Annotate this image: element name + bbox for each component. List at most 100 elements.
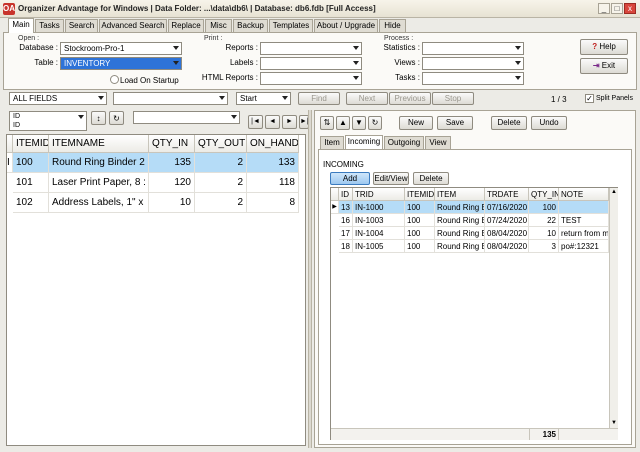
maximize-button[interactable]: □ xyxy=(611,3,623,14)
match-mode-select[interactable]: Start xyxy=(236,92,291,105)
next-record-button[interactable]: ► xyxy=(282,115,297,129)
close-button[interactable]: x xyxy=(624,3,636,14)
table-row[interactable]: 17 xyxy=(339,227,353,240)
search-field-select[interactable]: ALL FIELDS xyxy=(9,92,107,105)
table-row[interactable]: 10 xyxy=(149,193,195,213)
table-row[interactable]: IN-1005 xyxy=(353,240,405,253)
column-header[interactable]: ITEMID xyxy=(13,135,49,153)
column-header[interactable]: ITEMNAME xyxy=(49,135,149,153)
table-row[interactable]: 100 xyxy=(405,227,435,240)
sort-field-select[interactable]: ID ID xyxy=(9,111,87,131)
tab-replace[interactable]: Replace xyxy=(168,19,204,33)
table-row[interactable]: 18 xyxy=(339,240,353,253)
first-record-button[interactable]: |◄ xyxy=(248,115,263,129)
split-panels-checkbox[interactable]: ✓ xyxy=(585,94,594,103)
table-row[interactable]: Laser Print Paper, 8 : xyxy=(49,173,149,193)
load-on-startup-checkbox[interactable] xyxy=(110,75,119,84)
table-row[interactable]: return from m xyxy=(559,227,609,240)
column-header[interactable]: QTY_OUT xyxy=(195,135,247,153)
tab-tasks[interactable]: Tasks xyxy=(35,19,64,33)
exit-button[interactable]: ⇥ Exit xyxy=(580,58,628,74)
table-row[interactable]: IN-1004 xyxy=(353,227,405,240)
html-reports-select[interactable] xyxy=(260,72,362,85)
tab-templates[interactable]: Templates xyxy=(269,19,313,33)
tab-incoming[interactable]: Incoming xyxy=(345,135,383,149)
table-row[interactable]: 08/04/2020 xyxy=(485,227,529,240)
new-button[interactable]: New xyxy=(399,116,433,130)
tasks-select[interactable] xyxy=(422,72,524,85)
table-row[interactable]: 100 xyxy=(405,240,435,253)
table-row[interactable]: 100 xyxy=(405,201,435,214)
column-header[interactable]: ITEM xyxy=(435,188,485,201)
database-select[interactable]: Stockroom-Pro-1 xyxy=(60,42,182,55)
table-row[interactable]: TEST xyxy=(559,214,609,227)
table-row[interactable]: 133 xyxy=(247,153,299,173)
minimize-button[interactable]: _ xyxy=(598,3,610,14)
column-header[interactable]: ID xyxy=(339,188,353,201)
column-header[interactable]: TRDATE xyxy=(485,188,529,201)
prev-record-button[interactable]: ◄ xyxy=(265,115,280,129)
table-row[interactable]: 2 xyxy=(195,173,247,193)
statistics-select[interactable] xyxy=(422,42,524,55)
save-button[interactable]: Save xyxy=(437,116,473,130)
views-select[interactable] xyxy=(422,57,524,70)
table-row[interactable]: 07/16/2020 xyxy=(485,201,529,214)
table-row[interactable]: 13 xyxy=(339,201,353,214)
delete-incoming-button[interactable]: Delete xyxy=(413,172,449,185)
reports-select[interactable] xyxy=(260,42,362,55)
next-button[interactable]: Next xyxy=(346,92,388,105)
table-row[interactable]: 120 xyxy=(149,173,195,193)
column-header[interactable]: ON_HAND xyxy=(247,135,299,153)
table-row[interactable]: IN-1000 xyxy=(353,201,405,214)
column-header[interactable]: QTY_IN xyxy=(529,188,559,201)
tab-misc[interactable]: Misc xyxy=(205,19,232,33)
scroll-up-icon[interactable]: ▲ xyxy=(610,188,618,196)
table-row[interactable]: 22 xyxy=(529,214,559,227)
column-header[interactable]: NOTE xyxy=(559,188,609,201)
table-row[interactable]: 101 xyxy=(13,173,49,193)
tab-view[interactable]: View xyxy=(425,136,451,149)
table-row[interactable]: 100 xyxy=(405,214,435,227)
tab-advanced-search[interactable]: Advanced Search xyxy=(99,19,167,33)
find-button[interactable]: Find xyxy=(298,92,340,105)
table-row[interactable]: po#:12321 xyxy=(559,240,609,253)
table-row[interactable]: 2 xyxy=(195,153,247,173)
tab-backup[interactable]: Backup xyxy=(233,19,268,33)
table-row[interactable]: Round Ring B xyxy=(435,214,485,227)
table-row[interactable]: Round Ring Binder 2 xyxy=(49,153,149,173)
search-input[interactable] xyxy=(113,92,228,105)
labels-select[interactable] xyxy=(260,57,362,70)
move-down-icon[interactable]: ▼ xyxy=(352,116,366,130)
table-row[interactable]: 10 xyxy=(529,227,559,240)
add-button[interactable]: Add xyxy=(330,172,370,185)
tab-hide[interactable]: Hide xyxy=(379,19,406,33)
tab-main[interactable]: Main xyxy=(8,18,34,33)
column-header[interactable]: TRID xyxy=(353,188,405,201)
table-row[interactable]: 16 xyxy=(339,214,353,227)
stop-button[interactable]: Stop xyxy=(432,92,474,105)
tab-about-upgrade[interactable]: About / Upgrade xyxy=(314,19,378,33)
tab-item[interactable]: Item xyxy=(320,136,344,149)
help-button[interactable]: ? Help xyxy=(580,39,628,55)
vertical-scrollbar[interactable]: ▲ ▼ xyxy=(609,188,618,428)
sort-direction-button[interactable]: ↕ xyxy=(91,111,106,125)
table-select[interactable]: INVENTORY xyxy=(60,57,182,70)
table-row[interactable]: 2 xyxy=(195,193,247,213)
table-row[interactable]: 100 xyxy=(529,201,559,214)
table-row[interactable]: 08/04/2020 xyxy=(485,240,529,253)
table-row[interactable]: 8 xyxy=(247,193,299,213)
undo-button[interactable]: Undo xyxy=(531,116,567,130)
table-row[interactable]: 3 xyxy=(529,240,559,253)
table-row[interactable] xyxy=(559,201,609,214)
table-row[interactable]: Round Ring B xyxy=(435,240,485,253)
table-row[interactable]: Round Ring B xyxy=(435,227,485,240)
table-row[interactable]: Round Ring B xyxy=(435,201,485,214)
panel-splitter[interactable] xyxy=(308,110,312,448)
tab-search[interactable]: Search xyxy=(65,19,98,33)
table-row[interactable]: 07/24/2020 xyxy=(485,214,529,227)
previous-button[interactable]: Previous xyxy=(389,92,431,105)
table-row[interactable]: 135 xyxy=(149,153,195,173)
move-up-icon[interactable]: ▲ xyxy=(336,116,350,130)
filter-select[interactable] xyxy=(133,111,240,124)
column-header[interactable]: ITEMID xyxy=(405,188,435,201)
